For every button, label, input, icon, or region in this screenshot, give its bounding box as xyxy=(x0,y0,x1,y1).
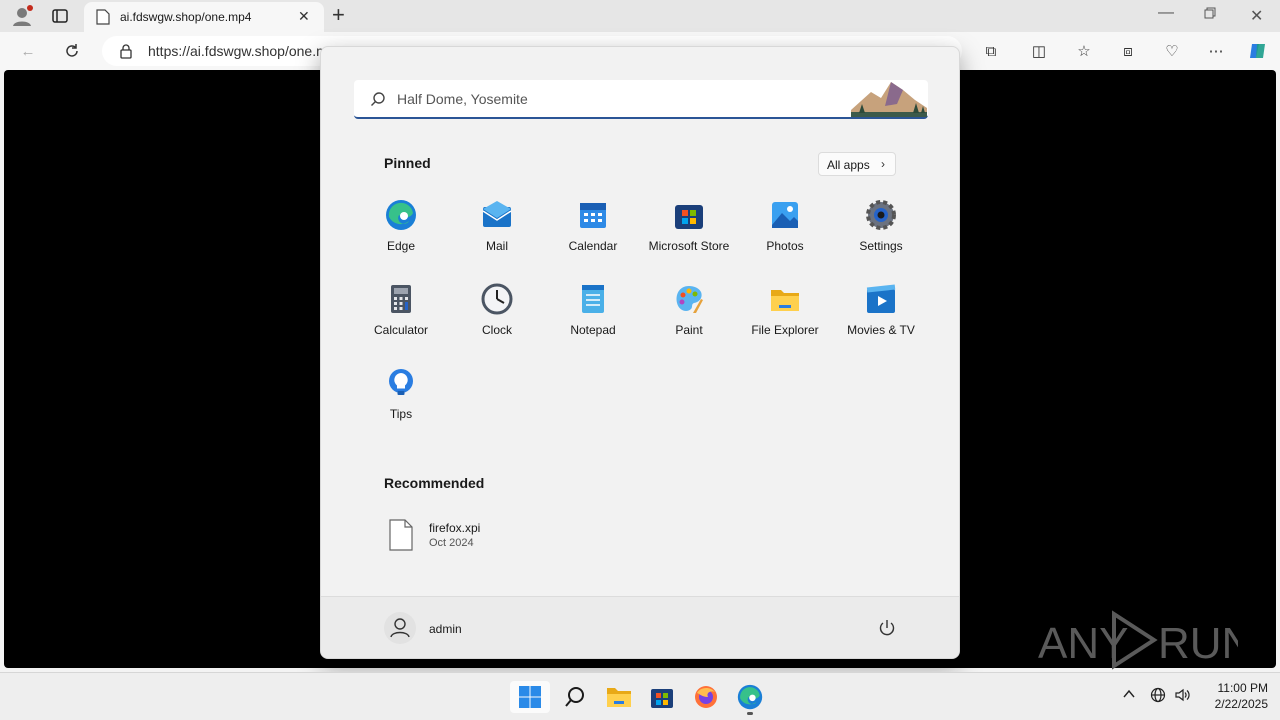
page-icon xyxy=(96,9,110,30)
pinned-app-notepad[interactable]: Notepad xyxy=(545,283,641,367)
calendar-icon xyxy=(577,199,609,231)
restore-icon[interactable] xyxy=(1204,6,1216,24)
new-tab-button[interactable]: + xyxy=(332,2,345,28)
user-account-button[interactable]: admin xyxy=(381,611,501,645)
tab-actions-icon[interactable] xyxy=(50,6,70,26)
refresh-icon[interactable] xyxy=(58,37,86,65)
pinned-app-label: Tips xyxy=(389,407,413,421)
search-icon xyxy=(370,91,386,112)
pinned-app-label: Movies & TV xyxy=(847,323,915,337)
calculator-icon xyxy=(385,283,417,315)
network-icon[interactable] xyxy=(1150,687,1166,708)
power-icon[interactable] xyxy=(878,619,896,642)
start-menu: Half Dome, Yosemite Pinned All apps › Ed… xyxy=(320,46,960,659)
pinned-app-settings[interactable]: Settings xyxy=(833,199,929,283)
edge-icon xyxy=(385,199,417,231)
notepad-icon xyxy=(577,283,609,315)
minimize-icon[interactable]: — xyxy=(1158,4,1174,22)
profile-avatar[interactable] xyxy=(10,4,34,28)
taskbar: 11:00 PM 2/22/2025 xyxy=(0,672,1280,720)
pinned-app-microsoft-store[interactable]: Microsoft Store xyxy=(641,199,737,283)
search-placeholder: Half Dome, Yosemite xyxy=(397,91,528,107)
clock-date: 2/22/2025 xyxy=(1214,697,1268,711)
start-button[interactable] xyxy=(510,681,550,713)
browser-tab[interactable]: ai.fdswgw.shop/one.mp4 ✕ xyxy=(84,2,324,32)
recommended-heading: Recommended xyxy=(384,475,485,491)
mail-icon xyxy=(481,199,513,231)
show-hidden-icons[interactable] xyxy=(1122,687,1136,706)
avatar xyxy=(384,612,416,644)
tab-title: ai.fdswgw.shop/one.mp4 xyxy=(120,10,252,24)
volume-icon[interactable] xyxy=(1174,687,1190,708)
favorites-icon[interactable]: ☆ xyxy=(1070,37,1098,65)
taskbar-file-explorer-icon[interactable] xyxy=(599,681,639,713)
pinned-app-clock[interactable]: Clock xyxy=(449,283,545,367)
taskbar-store-icon[interactable] xyxy=(642,681,682,713)
paint-icon xyxy=(673,283,705,315)
extensions-icon[interactable]: ⧉ xyxy=(977,37,1005,65)
close-tab-icon[interactable]: ✕ xyxy=(298,8,310,25)
taskbar-firefox-icon[interactable] xyxy=(686,681,726,713)
more-menu-icon[interactable]: ⋯ xyxy=(1202,37,1230,65)
pinned-app-tips[interactable]: Tips xyxy=(353,367,449,451)
pinned-app-movies-tv[interactable]: Movies & TV xyxy=(833,283,929,367)
system-clock[interactable]: 11:00 PM 2/22/2025 xyxy=(1198,681,1268,715)
svg-text:RUN: RUN xyxy=(1158,619,1238,668)
split-screen-icon[interactable]: ◫ xyxy=(1025,37,1053,65)
collections-icon[interactable]: ⧈ xyxy=(1114,37,1142,65)
movies-icon xyxy=(865,283,897,315)
file-icon xyxy=(389,519,413,556)
pinned-app-mail[interactable]: Mail xyxy=(449,199,545,283)
pinned-heading: Pinned xyxy=(384,155,431,171)
watermark-logo: ANY RUN xyxy=(1038,610,1253,670)
folder-icon xyxy=(769,283,801,315)
tips-icon xyxy=(385,367,417,399)
taskbar-edge-icon[interactable] xyxy=(730,681,770,715)
url-text: https://ai.fdswgw.shop/one.m xyxy=(148,43,328,59)
store-icon xyxy=(673,199,705,231)
browser-tab-bar: ai.fdswgw.shop/one.mp4 ✕ + — ✕ xyxy=(0,0,1280,32)
pinned-app-file-explorer[interactable]: File Explorer xyxy=(737,283,833,367)
recommended-item[interactable]: firefox.xpi Oct 2024 xyxy=(379,513,599,557)
pinned-app-label: Settings xyxy=(859,239,903,253)
taskbar-search-icon[interactable] xyxy=(555,681,595,713)
start-search-box[interactable]: Half Dome, Yosemite xyxy=(354,80,928,119)
pinned-app-calendar[interactable]: Calendar xyxy=(545,199,641,283)
chevron-right-icon: › xyxy=(881,157,885,171)
close-window-icon[interactable]: ✕ xyxy=(1250,6,1263,26)
copilot-icon[interactable] xyxy=(1244,37,1272,65)
clock-icon xyxy=(481,283,513,315)
pinned-app-calculator[interactable]: Calculator xyxy=(353,283,449,367)
recommended-file-name: firefox.xpi xyxy=(429,521,481,535)
start-menu-footer: admin xyxy=(321,596,959,658)
recommended-file-date: Oct 2024 xyxy=(429,537,474,549)
clock-time: 11:00 PM xyxy=(1217,681,1268,695)
search-highlight-image xyxy=(851,80,927,122)
pinned-app-photos[interactable]: Photos xyxy=(737,199,833,283)
all-apps-label: All apps xyxy=(827,158,870,172)
photos-icon xyxy=(769,199,801,231)
running-indicator xyxy=(747,712,753,715)
lock-icon xyxy=(119,43,133,64)
all-apps-button[interactable]: All apps › xyxy=(818,152,896,176)
browser-essentials-icon[interactable]: ♡ xyxy=(1158,37,1186,65)
back-icon[interactable]: ← xyxy=(14,37,42,65)
settings-icon xyxy=(865,199,897,231)
user-name: admin xyxy=(429,622,462,636)
pinned-app-paint[interactable]: Paint xyxy=(641,283,737,367)
pinned-app-edge[interactable]: Edge xyxy=(353,199,449,283)
